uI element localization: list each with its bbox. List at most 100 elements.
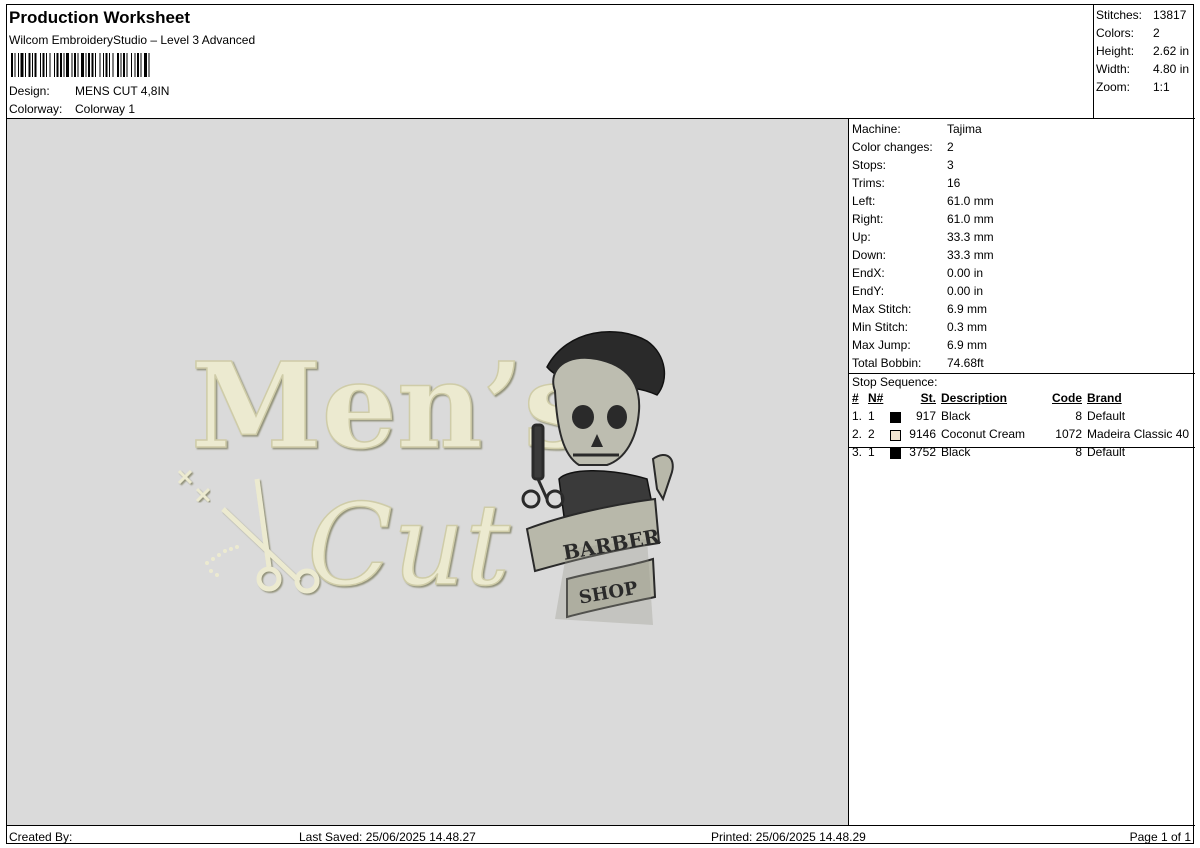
info-row: Down: 33.3 mm [852,248,994,262]
barcode-bar [11,53,13,77]
worksheet: Production Worksheet Wilcom EmbroiderySt… [6,4,1195,844]
barcode-bar [95,53,96,77]
barcode-bar [32,53,33,77]
summary-value: 2.62 in [1153,44,1190,58]
thread-color-swatch [890,448,901,459]
info-label: Min Stitch: [852,320,909,334]
info-label: Left: [852,194,876,208]
info-value: 16 [947,176,961,190]
summary-value: 1:1 [1153,80,1170,94]
barcode [11,53,150,77]
page-title: Production Worksheet [9,8,191,27]
info-value: 74.68ft [947,356,984,370]
summary-value: 4.80 in [1153,62,1190,76]
barcode-bar [134,53,136,77]
barcode-bar [105,53,108,77]
info-label: EndX: [852,266,885,280]
barcode-bar [63,53,65,77]
col-header-description: Description [941,391,1008,405]
info-row: Left: 61.0 mm [852,194,994,208]
barcode-bar [117,53,119,77]
row-index: 2. [852,427,863,441]
page-number: Page 1 of 1 [1129,830,1191,844]
col-header-needle: N# [868,391,884,405]
barcode-bar [46,53,47,77]
barcode-bar [137,53,139,77]
barcode-bar [77,53,79,77]
barcode-bar [144,53,147,77]
summary-value: 2 [1153,26,1160,40]
info-value: 0.00 in [947,266,984,280]
barcode-bar [40,53,41,77]
barcode-bar [126,53,128,77]
info-row: Right: 61.0 mm [852,212,994,226]
barcode-bar [123,53,125,77]
row-stitches: 917 [915,409,936,423]
table-header: # N# St. Description Code Brand [852,391,1195,409]
info-row: Machine: Tajima [852,122,982,136]
table-row: 1. 1 917 Black 8 Default [852,409,1195,427]
info-label: Max Stitch: [852,302,912,316]
info-value: 2 [947,140,954,154]
info-value: 61.0 mm [947,194,994,208]
info-row: Trims: 16 [852,176,960,190]
colorway-value: Colorway 1 [75,102,136,116]
summary-row: Zoom: 1:1 [1096,80,1170,94]
info-label: Machine: [852,122,901,136]
thread-color-swatch [890,412,901,423]
info-value: 33.3 mm [947,248,994,262]
barcode-bar [109,53,110,77]
design-label: Design: [9,84,50,98]
stop-sequence-title: Stop Sequence: [852,375,938,389]
embroidery-design-preview: Men’s Cut BARBER SHOP [177,330,674,625]
info-value: 3 [947,158,954,172]
design-canvas: Men’s Cut BARBER SHOP [7,119,849,825]
divider [849,447,1195,448]
barcode-bar [74,53,76,77]
machine-info-panel: Machine: Tajima Color changes: 2 Stops: 3 Trim… [849,119,1195,825]
info-value: 0.3 mm [947,320,988,334]
info-row: Up: 33.3 mm [852,230,994,244]
info-row: Total Bobbin: 74.68ft [852,356,984,370]
barcode-bar [120,53,122,77]
info-value: 61.0 mm [947,212,994,226]
summary-value: 13817 [1153,8,1187,22]
barcode-bar [148,53,150,77]
barcode-bar [71,53,73,77]
info-value: 33.3 mm [947,230,994,244]
col-header-num: # [852,391,859,405]
info-label: Down: [852,248,887,262]
row-description: Coconut Cream [941,427,1026,441]
info-label: Stops: [852,158,887,172]
row-brand: Madeira Classic 40 [1087,427,1190,441]
barcode-bar [88,53,90,77]
summary-label: Width: [1096,62,1131,76]
row-code: 1072 [1055,427,1082,441]
row-code: 8 [1075,409,1082,423]
design-text-mens: Men’s [191,336,590,475]
barcode-bar [54,53,55,77]
info-label: Color changes: [852,140,933,154]
summary-row: Colors: 2 [1096,26,1160,40]
barcode-bar [140,53,142,77]
thread-color-swatch [890,430,901,441]
col-header-brand: Brand [1087,391,1122,405]
dotted-trail-icon [205,545,239,577]
barcode-bar [66,53,69,77]
design-value: MENS CUT 4,8IN [75,84,170,98]
info-label: Max Jump: [852,338,911,352]
info-row: Color changes: 2 [852,140,954,154]
colorway-label: Colorway: [9,102,63,116]
barcode-bar [42,53,45,77]
created-by: Created By: [9,830,73,844]
last-saved: Last Saved: 25/06/2025 14.48.27 [299,830,476,844]
sparkle-icon [177,469,211,503]
worksheet-header: Production Worksheet Wilcom EmbroiderySt… [7,5,1093,119]
row-description: Black [941,409,971,423]
barcode-bar [85,53,87,77]
info-label: EndY: [852,284,885,298]
info-row: EndY: 0.00 in [852,284,983,298]
info-row: Stops: 3 [852,158,954,172]
barcode-bar [56,53,59,77]
summary-box: Stitches: 13817 Colors: 2 Height: 2.62 in W… [1093,5,1195,119]
